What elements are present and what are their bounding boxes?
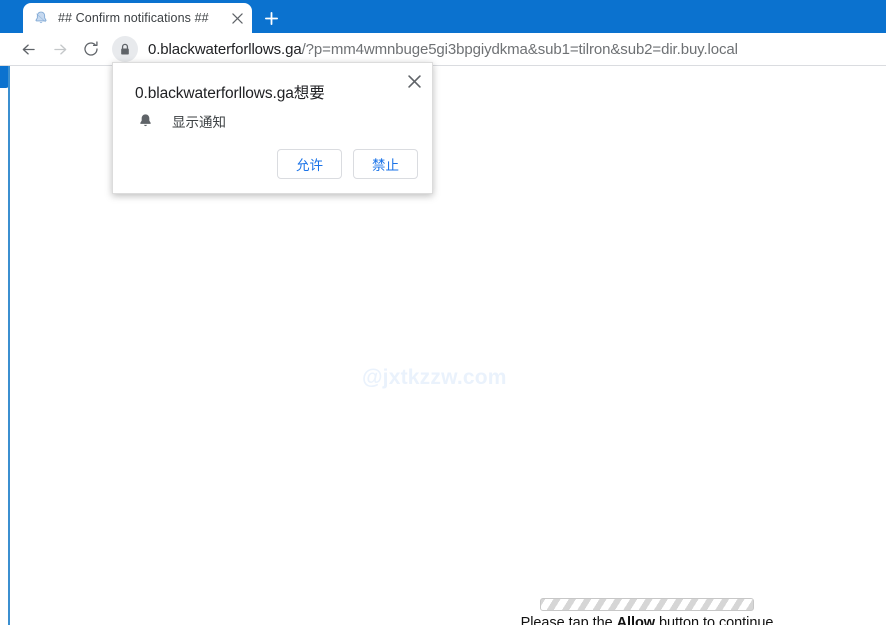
address-bar[interactable]: 0.blackwaterforllows.ga/?p=mm4wmnbuge5gi… [112, 35, 874, 63]
page-instruction-block: Please tap the Allow button to continue [497, 598, 797, 625]
dialog-actions: 允许 禁止 [277, 149, 418, 179]
new-tab-button[interactable] [256, 4, 286, 32]
notification-permission-dialog: 0.blackwaterforllows.ga想要 显示通知 允许 禁止 [112, 62, 433, 194]
tab-close-icon[interactable] [228, 9, 246, 27]
allow-button[interactable]: 允许 [277, 149, 342, 179]
permission-row: 显示通知 [135, 111, 226, 131]
permission-label: 显示通知 [172, 115, 226, 130]
browser-window: ## Confirm notifications ## 0.blackwater… [0, 0, 886, 625]
instruction-text: Please tap the Allow button to continue [497, 615, 797, 625]
url-path: /?p=mm4wmnbuge5gi3bpgiydkma&sub1=tilron&… [301, 40, 738, 58]
page-watermark: @jxtkzzw.com [362, 366, 507, 389]
url-host: 0.blackwaterforllows.ga [148, 40, 302, 58]
bell-favicon [33, 10, 49, 26]
forward-button[interactable] [47, 36, 73, 62]
tab-title: ## Confirm notifications ## [58, 11, 209, 25]
tab-strip: ## Confirm notifications ## [0, 0, 886, 33]
instruction-emphasis: Allow [616, 615, 656, 625]
close-icon[interactable] [402, 69, 426, 93]
instruction-suffix: button to continue [655, 615, 774, 625]
instruction-prefix: Please tap the [520, 615, 617, 625]
page-left-rail [8, 66, 10, 625]
striped-progress-bar [540, 598, 754, 611]
lock-icon[interactable] [112, 36, 138, 62]
dialog-title: 0.blackwaterforllows.ga想要 [135, 85, 325, 102]
bell-icon [135, 111, 155, 131]
block-button[interactable]: 禁止 [353, 149, 418, 179]
browser-tab[interactable]: ## Confirm notifications ## [23, 3, 252, 33]
address-bar-text: 0.blackwaterforllows.ga/?p=mm4wmnbuge5gi… [148, 41, 738, 58]
back-button[interactable] [15, 36, 41, 62]
reload-button[interactable] [78, 36, 104, 62]
